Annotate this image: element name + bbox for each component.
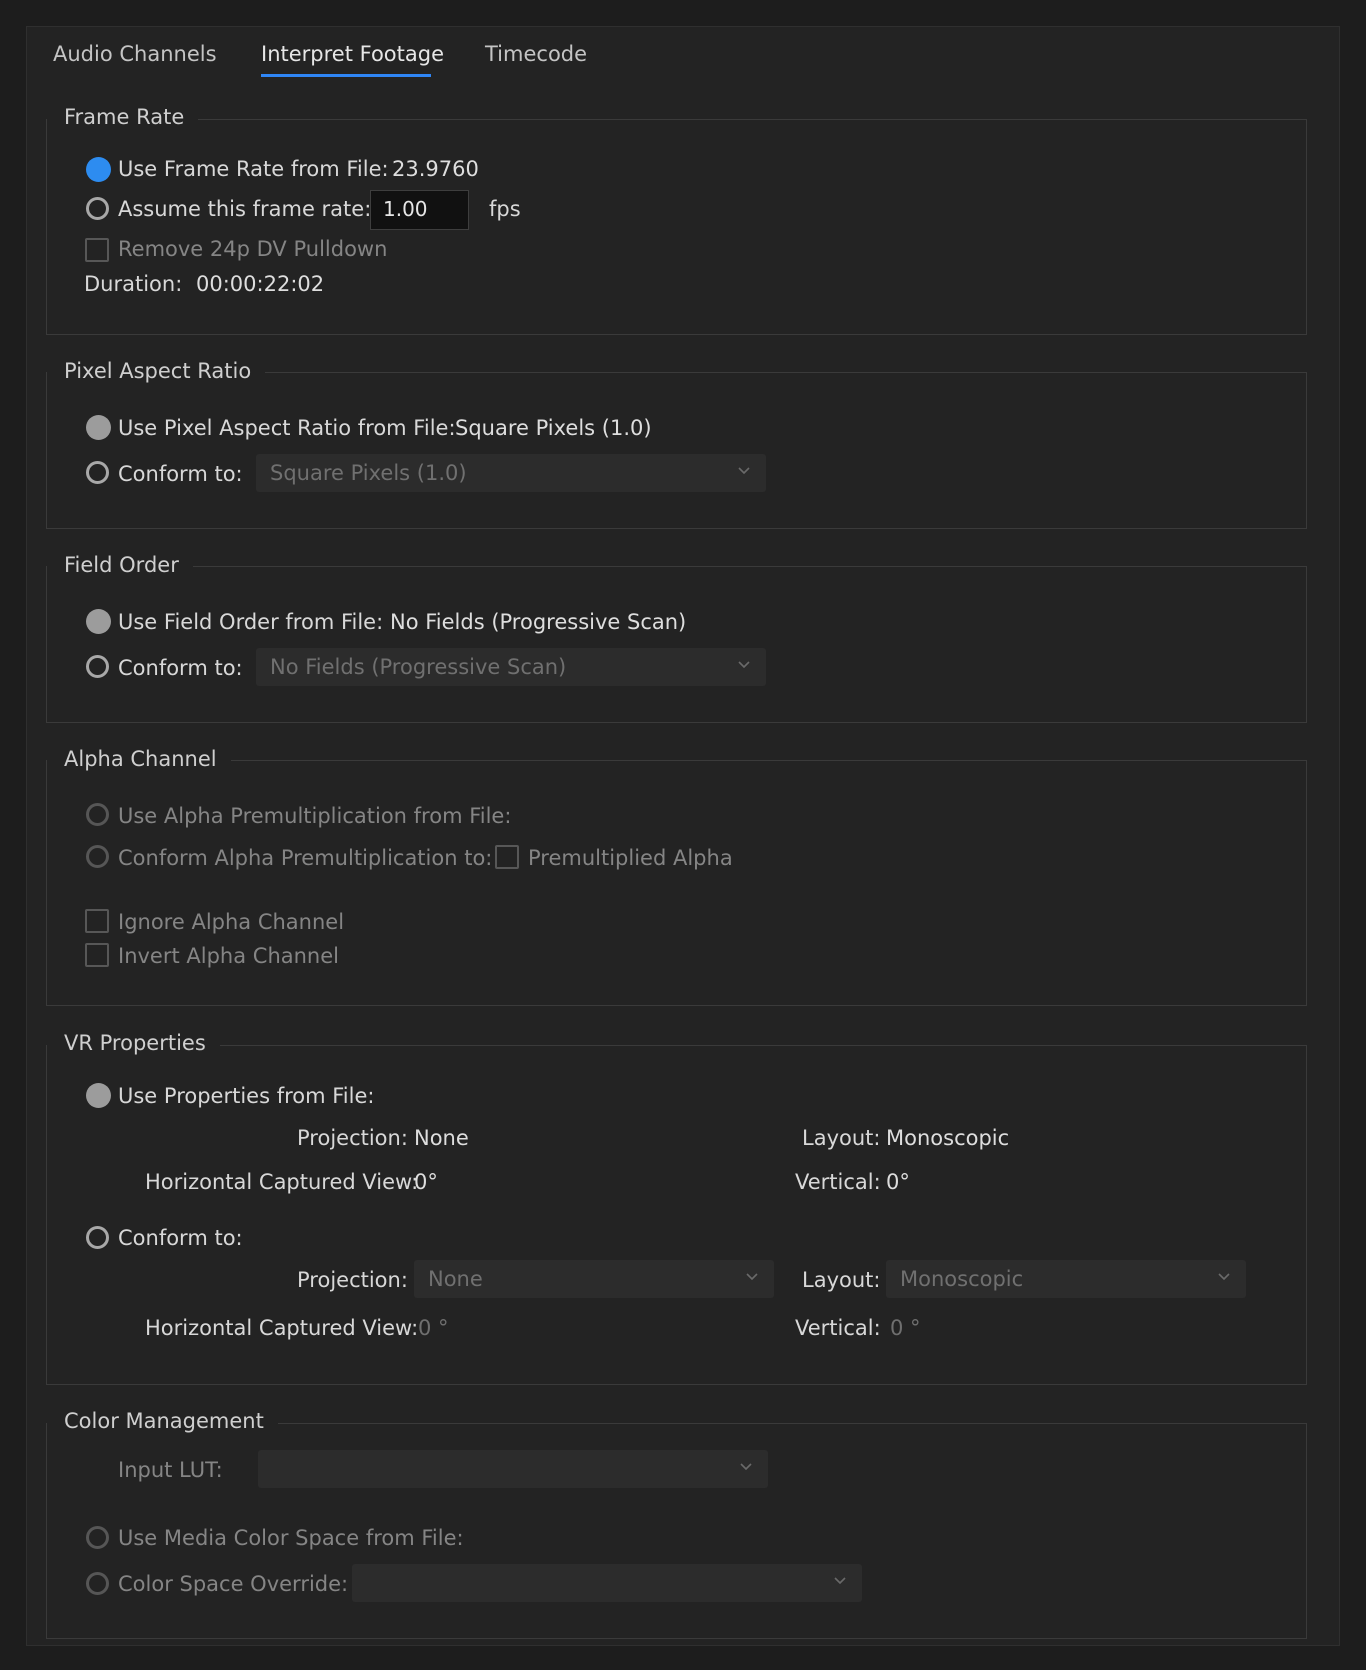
vr-conform-label: Conform to: xyxy=(118,1226,243,1250)
vr-conform-layout-dropdown[interactable]: Monoscopic xyxy=(886,1260,1246,1298)
tab-audio-channels[interactable]: Audio Channels xyxy=(53,42,217,66)
use-par-from-file-radio[interactable] xyxy=(86,415,111,440)
par-conform-radio[interactable] xyxy=(86,461,109,484)
remove-pulldown-label: Remove 24p DV Pulldown xyxy=(118,237,388,261)
conform-alpha-premult-label: Conform Alpha Premultiplication to: xyxy=(118,846,493,870)
use-par-from-file-label: Use Pixel Aspect Ratio from File: xyxy=(118,416,456,440)
color-space-override-dropdown[interactable] xyxy=(352,1564,862,1602)
use-frame-rate-from-file-label: Use Frame Rate from File: xyxy=(118,157,389,181)
file-frame-rate-value: 23.9760 xyxy=(392,157,479,181)
vr-conform-hcv-label: Horizontal Captured View: xyxy=(145,1316,419,1340)
vr-use-from-file-radio[interactable] xyxy=(86,1083,111,1108)
ignore-alpha-label: Ignore Alpha Channel xyxy=(118,910,345,934)
field-order-conform-selected: No Fields (Progressive Scan) xyxy=(270,655,567,679)
vr-conform-vertical-label: Vertical: xyxy=(795,1316,881,1340)
vr-projection-label: Projection: xyxy=(297,1126,408,1150)
invert-alpha-checkbox[interactable] xyxy=(85,943,109,967)
vr-vertical-label: Vertical: xyxy=(795,1170,881,1194)
field-order-legend: Field Order xyxy=(47,553,193,577)
chevron-down-icon xyxy=(740,1463,752,1470)
vr-use-from-file-label: Use Properties from File: xyxy=(118,1084,375,1108)
duration-value: 00:00:22:02 xyxy=(196,272,325,296)
vr-properties-legend: VR Properties xyxy=(47,1031,220,1055)
color-space-override-radio[interactable] xyxy=(86,1572,109,1595)
assume-frame-rate-radio[interactable] xyxy=(86,197,109,220)
field-order-file-value: No Fields (Progressive Scan) xyxy=(390,610,687,634)
assume-frame-rate-label: Assume this frame rate: xyxy=(118,197,372,221)
input-lut-dropdown[interactable] xyxy=(258,1450,768,1488)
field-order-section xyxy=(46,566,1307,723)
field-order-conform-radio[interactable] xyxy=(86,655,109,678)
vr-layout-value: Monoscopic xyxy=(886,1126,1010,1150)
duration-label: Duration: xyxy=(84,272,183,296)
chevron-down-icon xyxy=(1218,1273,1230,1280)
color-management-legend: Color Management xyxy=(47,1409,278,1433)
par-conform-label: Conform to: xyxy=(118,462,243,486)
vr-projection-value: None xyxy=(414,1126,469,1150)
tab-timecode[interactable]: Timecode xyxy=(485,42,587,66)
vr-conform-projection-selected: None xyxy=(428,1267,483,1291)
premultiplied-alpha-checkbox[interactable] xyxy=(495,845,519,869)
tab-interpret-footage[interactable]: Interpret Footage xyxy=(261,42,444,66)
par-conform-dropdown[interactable]: Square Pixels (1.0) xyxy=(256,454,766,492)
vr-hcv-value: 0° xyxy=(414,1170,438,1194)
frame-rate-legend: Frame Rate xyxy=(47,105,199,129)
vr-conform-hcv-value[interactable]: 0 ° xyxy=(418,1316,449,1340)
use-alpha-premult-label: Use Alpha Premultiplication from File: xyxy=(118,804,512,828)
pixel-aspect-ratio-legend: Pixel Aspect Ratio xyxy=(47,359,266,383)
vr-conform-layout-label: Layout: xyxy=(802,1268,881,1292)
alpha-channel-section xyxy=(46,760,1307,1006)
active-tab-indicator xyxy=(261,74,431,77)
color-space-override-label: Color Space Override: xyxy=(118,1572,349,1596)
vr-layout-label: Layout: xyxy=(802,1126,881,1150)
par-conform-selected: Square Pixels (1.0) xyxy=(270,461,467,485)
vr-vertical-value: 0° xyxy=(886,1170,910,1194)
vr-hcv-label: Horizontal Captured View: xyxy=(145,1170,419,1194)
use-media-color-space-label: Use Media Color Space from File: xyxy=(118,1526,464,1550)
chevron-down-icon xyxy=(738,467,750,474)
chevron-down-icon xyxy=(834,1577,846,1584)
vr-conform-layout-selected: Monoscopic xyxy=(900,1267,1024,1291)
field-order-conform-dropdown[interactable]: No Fields (Progressive Scan) xyxy=(256,648,766,686)
invert-alpha-label: Invert Alpha Channel xyxy=(118,944,339,968)
vr-conform-radio[interactable] xyxy=(86,1226,109,1249)
use-media-color-space-radio[interactable] xyxy=(86,1526,109,1549)
alpha-channel-legend: Alpha Channel xyxy=(47,747,231,771)
use-frame-rate-from-file-radio[interactable] xyxy=(86,157,111,182)
chevron-down-icon xyxy=(746,1273,758,1280)
use-field-order-from-file-radio[interactable] xyxy=(86,609,111,634)
ignore-alpha-checkbox[interactable] xyxy=(85,909,109,933)
frame-rate-section xyxy=(46,119,1307,335)
conform-alpha-premult-radio[interactable] xyxy=(86,845,109,868)
assume-frame-rate-input[interactable]: 1.00 xyxy=(370,190,469,230)
vr-conform-projection-dropdown[interactable]: None xyxy=(414,1260,774,1298)
pixel-aspect-ratio-section xyxy=(46,372,1307,529)
use-field-order-from-file-label: Use Field Order from File: xyxy=(118,610,384,634)
input-lut-label: Input LUT: xyxy=(118,1458,223,1482)
remove-pulldown-checkbox[interactable] xyxy=(85,238,109,262)
use-alpha-premult-radio[interactable] xyxy=(86,803,109,826)
par-file-value: Square Pixels (1.0) xyxy=(455,416,652,440)
premultiplied-alpha-label: Premultiplied Alpha xyxy=(528,846,733,870)
fps-label: fps xyxy=(489,197,521,221)
vr-conform-vertical-value[interactable]: 0 ° xyxy=(890,1316,921,1340)
vr-conform-projection-label: Projection: xyxy=(297,1268,408,1292)
chevron-down-icon xyxy=(738,661,750,668)
field-order-conform-label: Conform to: xyxy=(118,656,243,680)
